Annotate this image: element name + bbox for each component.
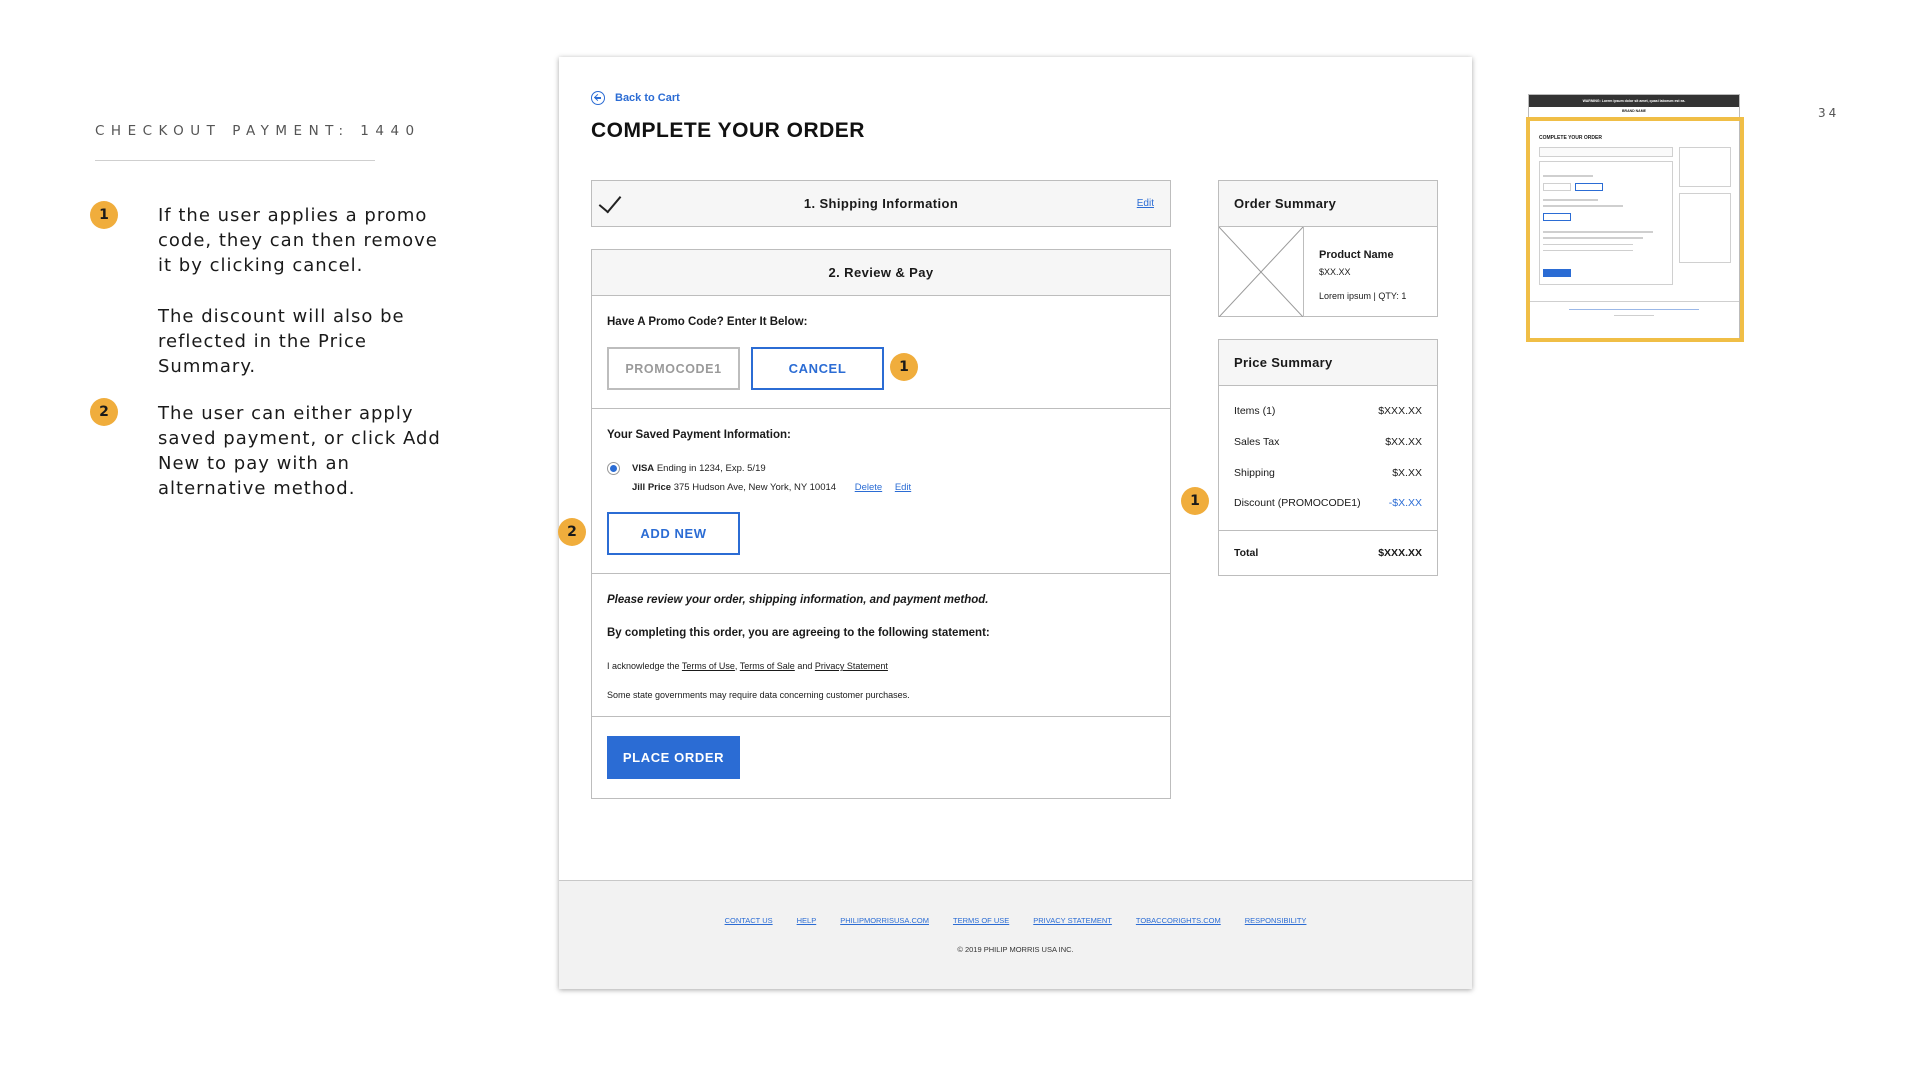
annotation-note-1a: If the user applies a promo code, they c… [158, 205, 438, 276]
thumbnail-brand: BRAND NAME [1622, 109, 1646, 113]
shipping-title: 1. Shipping Information [803, 196, 959, 211]
annotation-badge-2-addnew: 2 [558, 518, 586, 546]
billing-line: Jill Price 375 Hudson Ave, New York, NY … [632, 482, 911, 493]
footer: CONTACT US HELP PHILIPMORRISUSA.COM TERM… [559, 880, 1472, 989]
price-value: $X.XX [1392, 467, 1422, 479]
product-meta: Lorem ipsum | QTY: 1 [1319, 291, 1407, 301]
price-label: Shipping [1234, 467, 1275, 479]
price-row-total: Total $XXX.XX [1234, 547, 1422, 559]
checkout-page: Back to Cart COMPLETE YOUR ORDER 1. Ship… [559, 57, 1472, 989]
ack-and: and [797, 661, 813, 671]
order-summary: Order Summary Product Name $XX.XX Lorem … [1218, 180, 1438, 317]
footer-link-privacy[interactable]: PRIVACY STATEMENT [1033, 916, 1112, 925]
agree-note: By completing this order, you are agreei… [607, 627, 990, 639]
edit-payment-link[interactable]: Edit [895, 482, 911, 493]
card-detail: Ending in 1234, Exp. 5/19 [656, 463, 766, 474]
state-note: Some state governments may require data … [607, 690, 910, 700]
footer-links: CONTACT US HELP PHILIPMORRISUSA.COM TERM… [559, 916, 1472, 925]
product-name: Product Name [1319, 249, 1394, 261]
cancel-promo-button[interactable]: CANCEL [751, 347, 884, 390]
review-note: Please review your order, shipping infor… [607, 594, 989, 606]
shipping-section: 1. Shipping Information Edit [591, 180, 1171, 227]
delete-payment-link[interactable]: Delete [855, 482, 882, 493]
total-value: $XXX.XX [1378, 547, 1422, 559]
slide-title: CHECKOUT PAYMENT: 1440 [95, 123, 421, 139]
thumbnail-warning: WARNING: Lorem ipsum dolor sit amet, qua… [1529, 95, 1739, 107]
terms-of-use-link[interactable]: Terms of Use [682, 661, 735, 671]
footer-link-help[interactable]: HELP [797, 916, 817, 925]
thumbnail-highlight [1526, 117, 1744, 342]
place-order-section: PLACE ORDER [592, 717, 1170, 799]
saved-payment-radio[interactable] [607, 462, 620, 475]
annotation-badge-2: 2 [90, 398, 118, 426]
price-row-items: Items (1) $XXX.XX [1234, 405, 1422, 417]
price-row-tax: Sales Tax $XX.XX [1234, 436, 1422, 448]
back-to-cart-link[interactable]: Back to Cart [591, 91, 680, 105]
price-label: Sales Tax [1234, 436, 1280, 448]
terms-of-sale-link[interactable]: Terms of Sale [740, 661, 795, 671]
footer-link-contact[interactable]: CONTACT US [725, 916, 773, 925]
back-to-cart-label: Back to Cart [615, 92, 680, 104]
price-value: $XX.XX [1385, 436, 1422, 448]
annotation-note-1b: The discount will also be reflected in t… [158, 306, 405, 377]
price-summary-title: Price Summary [1219, 340, 1437, 386]
billing-address: 375 Hudson Ave, New York, NY 10014 [673, 482, 837, 493]
annotation-badge-1-cancel: 1 [890, 353, 918, 381]
acknowledge-text: I acknowledge the Terms of Use, Terms of… [607, 661, 888, 671]
price-row-discount: Discount (PROMOCODE1) -$X.XX [1234, 497, 1422, 509]
annotation-note-2: The user can either apply saved payment,… [158, 403, 441, 499]
annotation-badge-1: 1 [90, 201, 118, 229]
price-row-shipping: Shipping $X.XX [1234, 467, 1422, 479]
privacy-statement-link[interactable]: Privacy Statement [815, 661, 888, 671]
review-pay-title: 2. Review & Pay [592, 250, 1170, 296]
payment-section: Your Saved Payment Information: VISA End… [592, 409, 1170, 574]
product-price: $XX.XX [1319, 267, 1351, 277]
add-new-payment-button[interactable]: ADD NEW [607, 512, 740, 555]
price-value: $XXX.XX [1378, 405, 1422, 417]
review-pay-section: 2. Review & Pay Have A Promo Code? Enter… [591, 249, 1171, 799]
page-number: 34 [1818, 106, 1840, 120]
footer-link-responsibility[interactable]: RESPONSIBILITY [1245, 916, 1307, 925]
price-summary: Price Summary Items (1) $XXX.XX Sales Ta… [1218, 339, 1438, 576]
copyright: © 2019 PHILIP MORRIS USA INC. [957, 945, 1074, 954]
footer-link-terms[interactable]: TERMS OF USE [953, 916, 1009, 925]
card-brand: VISA [632, 463, 655, 474]
saved-payment-label: Your Saved Payment Information: [607, 429, 791, 441]
price-label: Discount (PROMOCODE1) [1234, 497, 1361, 509]
back-arrow-icon [591, 91, 605, 105]
footer-link-tobaccorights[interactable]: TOBACCORIGHTS.COM [1136, 916, 1221, 925]
price-label: Items (1) [1234, 405, 1276, 417]
product-image-placeholder [1219, 227, 1304, 317]
divider [1219, 530, 1437, 531]
ack-comma: , [734, 661, 738, 671]
footer-link-pmusa[interactable]: PHILIPMORRISUSA.COM [840, 916, 929, 925]
ack-prefix: I acknowledge the [607, 661, 680, 671]
promo-code-input[interactable]: PROMOCODE1 [607, 347, 740, 390]
page-title: COMPLETE YOUR ORDER [591, 119, 865, 142]
card-line: VISA Ending in 1234, Exp. 5/19 [632, 463, 766, 474]
shipping-edit-link[interactable]: Edit [1137, 198, 1154, 209]
annotation-badge-1-discount: 1 [1181, 487, 1209, 515]
billing-name: Jill Price [632, 482, 672, 493]
price-value: -$X.XX [1388, 497, 1422, 509]
terms-section: Please review your order, shipping infor… [592, 574, 1170, 717]
divider [95, 160, 375, 161]
total-label: Total [1234, 547, 1259, 559]
promo-label: Have A Promo Code? Enter It Below: [607, 316, 808, 328]
place-order-button[interactable]: PLACE ORDER [607, 736, 740, 779]
promo-section: Have A Promo Code? Enter It Below: PROMO… [592, 296, 1170, 409]
order-summary-title: Order Summary [1219, 181, 1437, 227]
